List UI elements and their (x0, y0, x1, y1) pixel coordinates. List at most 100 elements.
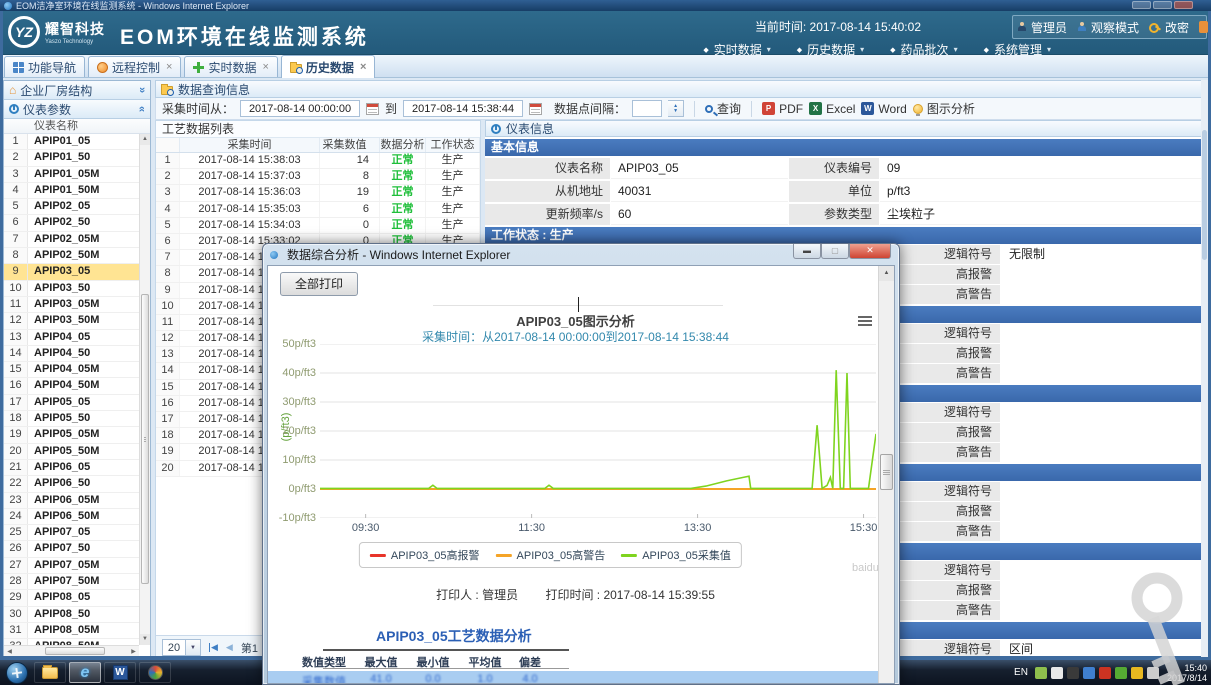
maximize-icon[interactable]: ▢ (821, 244, 849, 259)
table-row[interactable]: 12017-08-14 15:38:0314正常生产 (156, 153, 480, 169)
scroll-up-icon: ▲ (140, 134, 150, 145)
instrument-list-item[interactable]: 23APIP06_05M (4, 493, 139, 509)
instrument-list-item[interactable]: 12APIP03_50M (4, 313, 139, 329)
instrument-list-item[interactable]: 14APIP04_50 (4, 346, 139, 362)
sidebar-panel-plant-structure[interactable]: ⌂ 企业厂房结构 » (4, 81, 150, 100)
instrument-list-item[interactable]: 7APIP02_05M (4, 232, 139, 248)
legend-item[interactable]: APIP03_05高报警 (370, 547, 480, 563)
instrument-list-item[interactable]: 16APIP04_50M (4, 378, 139, 394)
instrument-list-item[interactable]: 24APIP06_50M (4, 509, 139, 525)
instrument-list: 1APIP01_052APIP01_503APIP01_05M4APIP01_5… (4, 134, 139, 645)
export-excel-button[interactable]: XExcel (809, 102, 855, 116)
instrument-list-item[interactable]: 6APIP02_50 (4, 215, 139, 231)
language-indicator[interactable]: EN (1011, 665, 1031, 680)
tab-实时数据[interactable]: 实时数据× (184, 56, 277, 77)
instrument-list-item[interactable]: 30APIP08_50 (4, 607, 139, 623)
chart-legend[interactable]: APIP03_05高报警 APIP03_05高警告 APIP03_05采集值 (359, 542, 742, 568)
user-button-2[interactable]: 观察模式 (1077, 19, 1139, 36)
user-button-1[interactable]: 管理员 (1017, 19, 1067, 36)
close-icon[interactable]: × (262, 61, 268, 73)
instrument-list-item[interactable]: 13APIP04_05 (4, 330, 139, 346)
page-size-select[interactable]: 20▼ (162, 639, 201, 656)
tray-icon-green-tool[interactable] (1035, 667, 1047, 679)
instrument-list-item[interactable]: 1APIP01_05 (4, 134, 139, 150)
instrument-list-item[interactable]: 19APIP05_05M (4, 427, 139, 443)
popup-scrollbar[interactable]: ▲ (878, 266, 894, 683)
close-icon[interactable]: × (360, 61, 366, 73)
instrument-name: APIP06_05 (28, 460, 139, 475)
instrument-list-item[interactable]: 18APIP05_50 (4, 411, 139, 427)
tray-icon-blue-app[interactable] (1083, 667, 1095, 679)
start-button[interactable] (6, 662, 28, 684)
instrument-list-item[interactable]: 21APIP06_05 (4, 460, 139, 476)
tray-icon-dark-app[interactable] (1067, 667, 1079, 679)
to-datetime-input[interactable]: 2017-08-14 15:38:44 (403, 100, 523, 117)
sidebar-panel-instrument-params[interactable]: 仪表参数 » (4, 100, 150, 119)
text-caret (578, 297, 579, 312)
chevron-double-up-icon[interactable]: » (136, 106, 148, 112)
taskbar-ie-button[interactable]: e (69, 662, 101, 683)
user-button-3[interactable]: 改密 (1149, 19, 1189, 36)
instrument-list-item[interactable]: 11APIP03_05M (4, 297, 139, 313)
instrument-list-item[interactable]: 27APIP07_05M (4, 558, 139, 574)
cell-analysis: 正常 (380, 218, 426, 233)
instrument-list-item[interactable]: 3APIP01_05M (4, 167, 139, 183)
tray-icon-notes[interactable] (1051, 667, 1063, 679)
close-icon[interactable]: × (166, 61, 172, 73)
cell-status: 生产 (426, 185, 480, 200)
tab-bar: 功能导航远程控制×实时数据×历史数据× (0, 55, 1211, 78)
tab-历史数据[interactable]: 历史数据× (281, 55, 375, 78)
search-icon (705, 105, 713, 113)
taskbar-explorer-button[interactable] (34, 662, 66, 683)
cell-index: 3 (156, 185, 180, 200)
table-row[interactable]: 22017-08-14 15:37:038正常生产 (156, 169, 480, 185)
spinner-icon[interactable]: ▲▼ (668, 100, 684, 117)
export-pdf-button[interactable]: PPDF (762, 102, 803, 116)
taskbar-word-button[interactable]: W (104, 662, 136, 683)
instrument-list-item[interactable]: 8APIP02_50M (4, 248, 139, 264)
legend-item[interactable]: APIP03_05高警告 (496, 547, 606, 563)
search-button[interactable]: 查询 (705, 100, 741, 117)
instrument-list-item[interactable]: 29APIP08_05 (4, 590, 139, 606)
from-datetime-input[interactable]: 2017-08-14 00:00:00 (240, 100, 360, 117)
legend-item[interactable]: APIP03_05采集值 (621, 547, 731, 563)
close-icon[interactable]: ✕ (849, 244, 891, 259)
instrument-list-item[interactable]: 15APIP04_05M (4, 362, 139, 378)
instrument-list-item[interactable]: 25APIP07_05 (4, 525, 139, 541)
tab-功能导航[interactable]: 功能导航 (4, 56, 85, 77)
instrument-list-item[interactable]: 22APIP06_50 (4, 476, 139, 492)
window-controls[interactable] (1132, 1, 1193, 9)
prev-page-button[interactable]: ◀ (226, 642, 233, 653)
print-info: 打印人 : 管理员 打印时间 : 2017-08-14 15:39:55 (268, 586, 883, 603)
instrument-list-item[interactable]: 5APIP02_05 (4, 199, 139, 215)
export-word-button[interactable]: WWord (861, 102, 906, 116)
taskbar-media-button[interactable] (139, 662, 171, 683)
calendar-icon[interactable] (366, 103, 379, 115)
table-row[interactable]: 42017-08-14 15:35:036正常生产 (156, 202, 480, 218)
table-row[interactable]: 32017-08-14 15:36:0319正常生产 (156, 185, 480, 201)
table-row[interactable]: 52017-08-14 15:34:030正常生产 (156, 218, 480, 234)
star-icon: ◆ (703, 46, 708, 54)
sidebar-vertical-scrollbar[interactable]: ▲ ▼ (139, 134, 150, 645)
instrument-list-item[interactable]: 4APIP01_50M (4, 183, 139, 199)
print-all-button[interactable]: 全部打印 (280, 272, 358, 296)
instrument-list-item[interactable]: 17APIP05_05 (4, 395, 139, 411)
tab-远程控制[interactable]: 远程控制× (88, 56, 181, 77)
instrument-list-item[interactable]: 26APIP07_50 (4, 541, 139, 557)
instrument-list-item[interactable]: 9APIP03_05 (4, 264, 139, 280)
instrument-list-item[interactable]: 20APIP05_50M (4, 444, 139, 460)
sidebar-horizontal-scrollbar[interactable]: ◀ ▶ (4, 645, 139, 656)
interval-input[interactable] (632, 100, 662, 117)
instrument-list-item[interactable]: 10APIP03_50 (4, 281, 139, 297)
chart-analysis-button[interactable]: 图示分析 (913, 100, 975, 117)
calendar-icon[interactable] (529, 103, 542, 115)
instrument-list-item[interactable]: 28APIP07_50M (4, 574, 139, 590)
chevron-double-down-icon[interactable]: » (136, 87, 148, 93)
close-icon (1174, 1, 1193, 9)
instrument-list-item[interactable]: 31APIP08_05M (4, 623, 139, 639)
chart-menu-icon[interactable] (858, 316, 872, 328)
instrument-list-item[interactable]: 2APIP01_50 (4, 150, 139, 166)
cell-index: 14 (156, 363, 180, 378)
first-page-button[interactable]: ◀ (209, 642, 218, 653)
minimize-icon[interactable]: ▬ (793, 244, 821, 259)
